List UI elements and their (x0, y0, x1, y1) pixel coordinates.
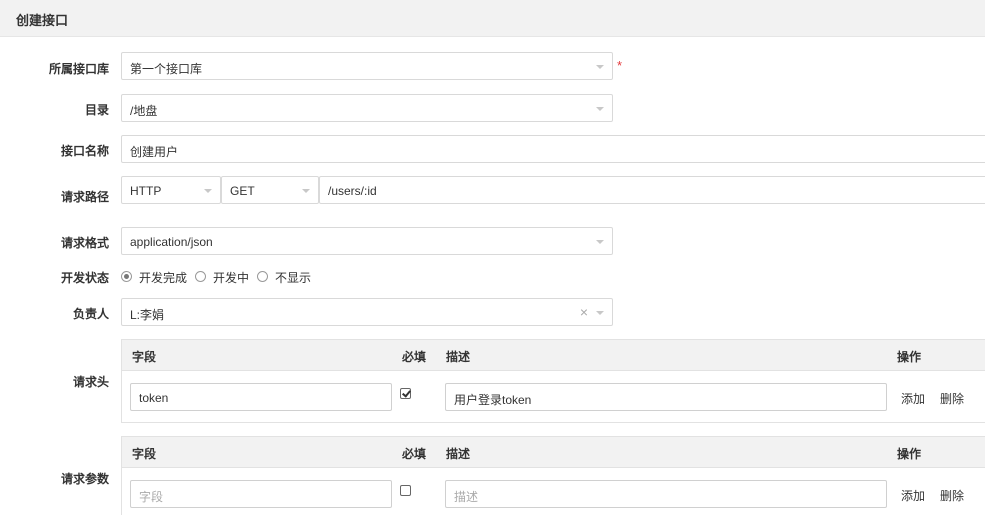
field-input[interactable]: 字段 (130, 480, 392, 508)
add-row-button[interactable]: 添加 (901, 487, 925, 504)
params-table: 字段 必填 描述 操作 字段 描述 添加 删除 (121, 436, 985, 515)
add-row-button[interactable]: 添加 (901, 390, 925, 407)
clear-icon[interactable]: × (580, 304, 588, 320)
required-mark: * (617, 58, 623, 73)
required-checkbox[interactable] (400, 485, 411, 496)
chevron-down-icon (596, 311, 604, 315)
required-checkbox[interactable] (400, 388, 411, 399)
column-header-field: 字段 (132, 447, 157, 461)
page-header: 创建接口 (0, 0, 985, 37)
column-header-actions: 操作 (897, 350, 922, 364)
directory-label: 目录 (84, 103, 109, 117)
table-header: 字段 必填 描述 操作 (122, 437, 985, 468)
request-format-value: application/json (130, 235, 213, 249)
radio-in-dev[interactable] (195, 271, 206, 282)
column-header-desc: 描述 (446, 447, 471, 461)
api-name-input[interactable]: 创建用户 (121, 135, 985, 163)
request-path-label: 请求路径 (60, 190, 109, 204)
method-value: GET (230, 184, 255, 198)
column-header-required: 必填 (402, 447, 427, 461)
column-header-field: 字段 (132, 350, 157, 364)
radio-hidden-label[interactable]: 不显示 (275, 269, 311, 286)
radio-dev-done[interactable] (121, 271, 132, 282)
table-header: 字段 必填 描述 操作 (122, 340, 985, 371)
desc-input[interactable]: 用户登录token (445, 383, 887, 411)
library-label: 所属接口库 (48, 62, 109, 76)
delete-row-button[interactable]: 删除 (940, 390, 964, 407)
owner-value: L:李娟 (130, 308, 165, 322)
desc-placeholder: 描述 (454, 490, 479, 504)
desc-input[interactable]: 描述 (445, 480, 887, 508)
method-select[interactable]: GET (221, 176, 319, 204)
headers-label: 请求头 (72, 375, 109, 389)
radio-in-dev-label[interactable]: 开发中 (213, 269, 249, 286)
owner-label: 负责人 (72, 307, 109, 321)
radio-dev-done-label[interactable]: 开发完成 (139, 269, 187, 286)
headers-table: 字段 必填 描述 操作 token 用户登录token 添加 删除 (121, 339, 985, 423)
desc-value: 用户登录token (454, 393, 532, 407)
delete-row-button[interactable]: 删除 (940, 487, 964, 504)
request-format-label: 请求格式 (60, 236, 109, 250)
field-input[interactable]: token (130, 383, 392, 411)
protocol-select[interactable]: HTTP (121, 176, 221, 204)
request-format-select[interactable]: application/json (121, 227, 613, 255)
chevron-down-icon (596, 65, 604, 69)
column-header-required: 必填 (402, 350, 427, 364)
api-name-label: 接口名称 (60, 144, 109, 158)
directory-value: /地盘 (130, 104, 158, 118)
column-header-desc: 描述 (446, 350, 471, 364)
radio-hidden[interactable] (257, 271, 268, 282)
column-header-actions: 操作 (897, 447, 922, 461)
field-value: token (139, 391, 169, 405)
dev-status-label: 开发状态 (60, 271, 109, 285)
directory-select[interactable]: /地盘 (121, 94, 613, 122)
chevron-down-icon (596, 107, 604, 111)
page-title: 创建接口 (16, 13, 69, 28)
chevron-down-icon (596, 240, 604, 244)
protocol-value: HTTP (130, 184, 162, 198)
api-name-value: 创建用户 (130, 145, 179, 159)
library-select[interactable]: 第一个接口库 (121, 52, 613, 80)
field-placeholder: 字段 (139, 490, 164, 504)
path-value: /users/:id (328, 184, 377, 198)
params-label: 请求参数 (60, 472, 109, 486)
path-input[interactable]: /users/:id (319, 176, 985, 204)
owner-select[interactable]: L:李娟 × (121, 298, 613, 326)
chevron-down-icon (204, 189, 212, 193)
chevron-down-icon (302, 189, 310, 193)
library-value: 第一个接口库 (130, 62, 203, 76)
